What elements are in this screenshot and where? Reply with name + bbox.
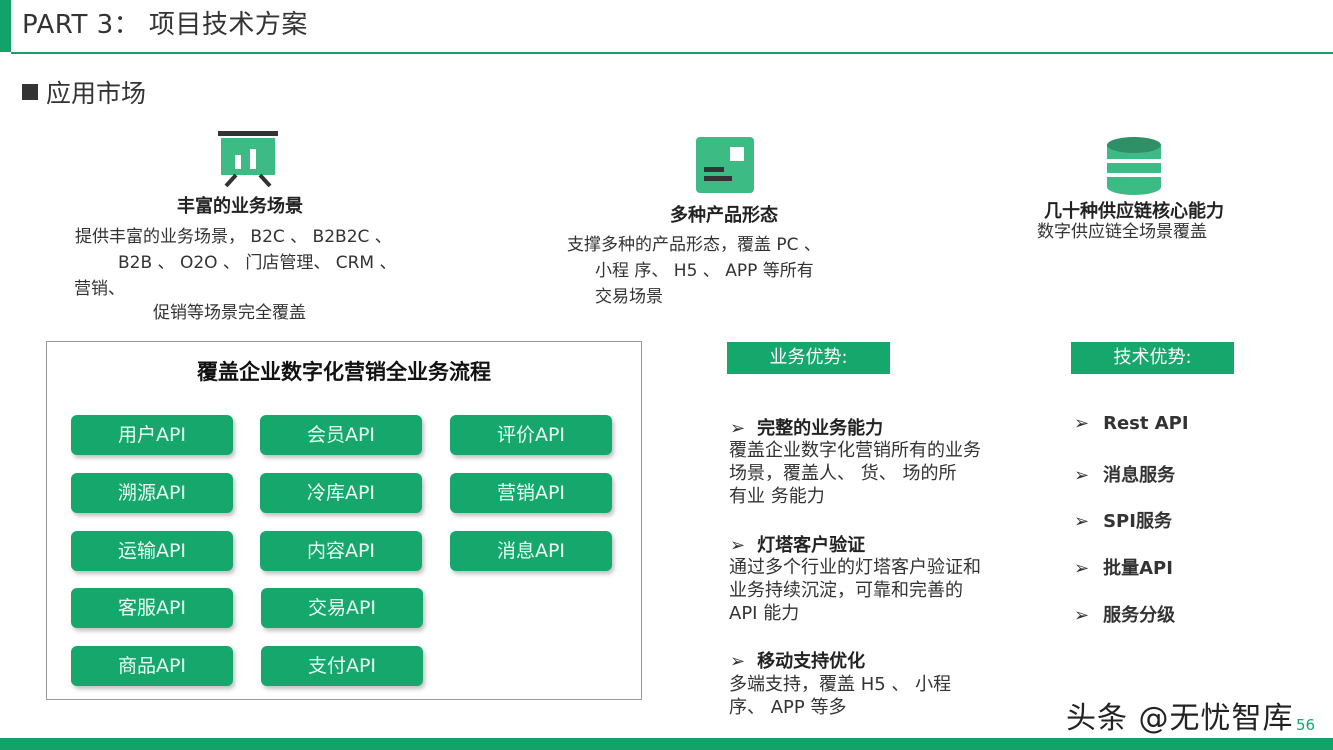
transport-api-button[interactable]: 运输API — [71, 531, 233, 571]
feature-line: 提供丰富的业务场景， B2C 、 B2B2C 、 — [75, 227, 392, 247]
tech-item: ➢ 批量API — [1074, 554, 1173, 580]
section-heading-text: 应用市场 — [46, 79, 147, 108]
business-advantage-tag: 业务优势: — [727, 342, 890, 374]
trade-api-button[interactable]: 交易API — [261, 588, 423, 628]
content-api-button[interactable]: 内容API — [260, 531, 422, 571]
arrow-icon: ➢ — [730, 651, 746, 672]
feature-line: 促销等场景完全覆盖 — [153, 303, 306, 323]
advantage-text: 覆盖企业数字化营销所有的业务 场景，覆盖人、 货、 场的所 有业 务能力 — [729, 439, 1019, 508]
advantage-line: 有业 务能力 — [729, 486, 825, 507]
advantage-title: ➢ 灯塔客户验证 — [730, 531, 865, 557]
advantage-title: ➢ 移动支持优化 — [730, 647, 865, 673]
traceability-api-button[interactable]: 溯源API — [71, 473, 233, 513]
api-panel-title: 覆盖企业数字化营销全业务流程 — [197, 360, 491, 384]
feature-line: 交易场景 — [595, 287, 663, 307]
tech-item: ➢ Rest API — [1074, 413, 1189, 434]
bullet-square-icon — [22, 84, 38, 100]
advantage-title: ➢ 完整的业务能力 — [730, 414, 883, 440]
advantage-line: 业务持续沉淀，可靠和完善的 — [729, 580, 963, 601]
tech-item: ➢ 服务分级 — [1074, 601, 1175, 627]
arrow-icon: ➢ — [1074, 511, 1090, 532]
header-divider — [11, 52, 1333, 54]
presentation-chart-icon — [218, 131, 278, 188]
feature-title-scenarios: 丰富的业务场景 — [177, 196, 303, 217]
advantage-title-text: 灯塔客户验证 — [757, 535, 866, 556]
tech-item: ➢ 消息服务 — [1074, 461, 1175, 487]
product-window-icon — [696, 137, 754, 193]
feature-line: 营销、 — [74, 279, 125, 299]
header-accent-bar — [0, 0, 11, 52]
advantage-line: 序、 APP 等多 — [729, 697, 847, 718]
tech-item: ➢ SPI服务 — [1074, 507, 1172, 533]
database-icon — [1107, 137, 1161, 195]
customer-service-api-button[interactable]: 客服API — [71, 588, 233, 628]
watermark: 头条 @无忧智库 — [1066, 701, 1294, 736]
feature-line: B2B 、 O2O 、 门店管理、 CRM 、 — [118, 253, 397, 273]
section-heading: 应用市场 — [22, 78, 152, 110]
arrow-icon: ➢ — [1074, 413, 1090, 434]
advantage-text: 通过多个行业的灯塔客户验证和 业务持续沉淀，可靠和完善的 API 能力 — [729, 556, 1019, 625]
advantage-line: 覆盖企业数字化营销所有的业务 — [729, 440, 981, 461]
advantage-line: API 能力 — [729, 603, 800, 624]
review-api-button[interactable]: 评价API — [450, 415, 612, 455]
advantage-line: 多端支持，覆盖 H5 、 小程 — [729, 674, 952, 695]
tech-item-text: SPI服务 — [1103, 511, 1172, 532]
page-number: 56 — [1296, 716, 1316, 734]
user-api-button[interactable]: 用户API — [71, 415, 233, 455]
marketing-api-button[interactable]: 营销API — [450, 473, 612, 513]
cold-storage-api-button[interactable]: 冷库API — [260, 473, 422, 513]
arrow-icon: ➢ — [1074, 558, 1090, 579]
advantage-title-text: 完整的业务能力 — [757, 418, 884, 439]
feature-title-products: 多种产品形态 — [670, 205, 778, 226]
product-api-button[interactable]: 商品API — [71, 646, 233, 686]
message-api-button[interactable]: 消息API — [450, 531, 612, 571]
tech-advantage-tag: 技术优势: — [1071, 342, 1234, 374]
advantage-line: 场景，覆盖人、 货、 场的所 — [729, 463, 957, 484]
advantage-text: 多端支持，覆盖 H5 、 小程 序、 APP 等多 — [729, 673, 1019, 719]
payment-api-button[interactable]: 支付API — [261, 646, 423, 686]
tech-item-text: Rest API — [1103, 413, 1189, 434]
tech-item-text: 服务分级 — [1103, 605, 1176, 626]
page-title: PART 3： 项目技术方案 — [22, 10, 308, 40]
feature-line: 数字供应链全场景覆盖 — [1037, 222, 1207, 242]
member-api-button[interactable]: 会员API — [260, 415, 422, 455]
arrow-icon: ➢ — [1074, 605, 1090, 626]
advantage-line: 通过多个行业的灯塔客户验证和 — [729, 557, 981, 578]
footer-bar — [0, 738, 1333, 750]
arrow-icon: ➢ — [730, 418, 746, 439]
tech-item-text: 消息服务 — [1103, 465, 1176, 486]
tech-item-text: 批量API — [1103, 558, 1173, 579]
advantage-title-text: 移动支持优化 — [757, 651, 866, 672]
feature-line: 支撑多种的产品形态，覆盖 PC 、 — [567, 235, 821, 255]
arrow-icon: ➢ — [1074, 465, 1090, 486]
feature-line: 小程 序、 H5 、 APP 等所有 — [595, 261, 814, 281]
arrow-icon: ➢ — [730, 535, 746, 556]
